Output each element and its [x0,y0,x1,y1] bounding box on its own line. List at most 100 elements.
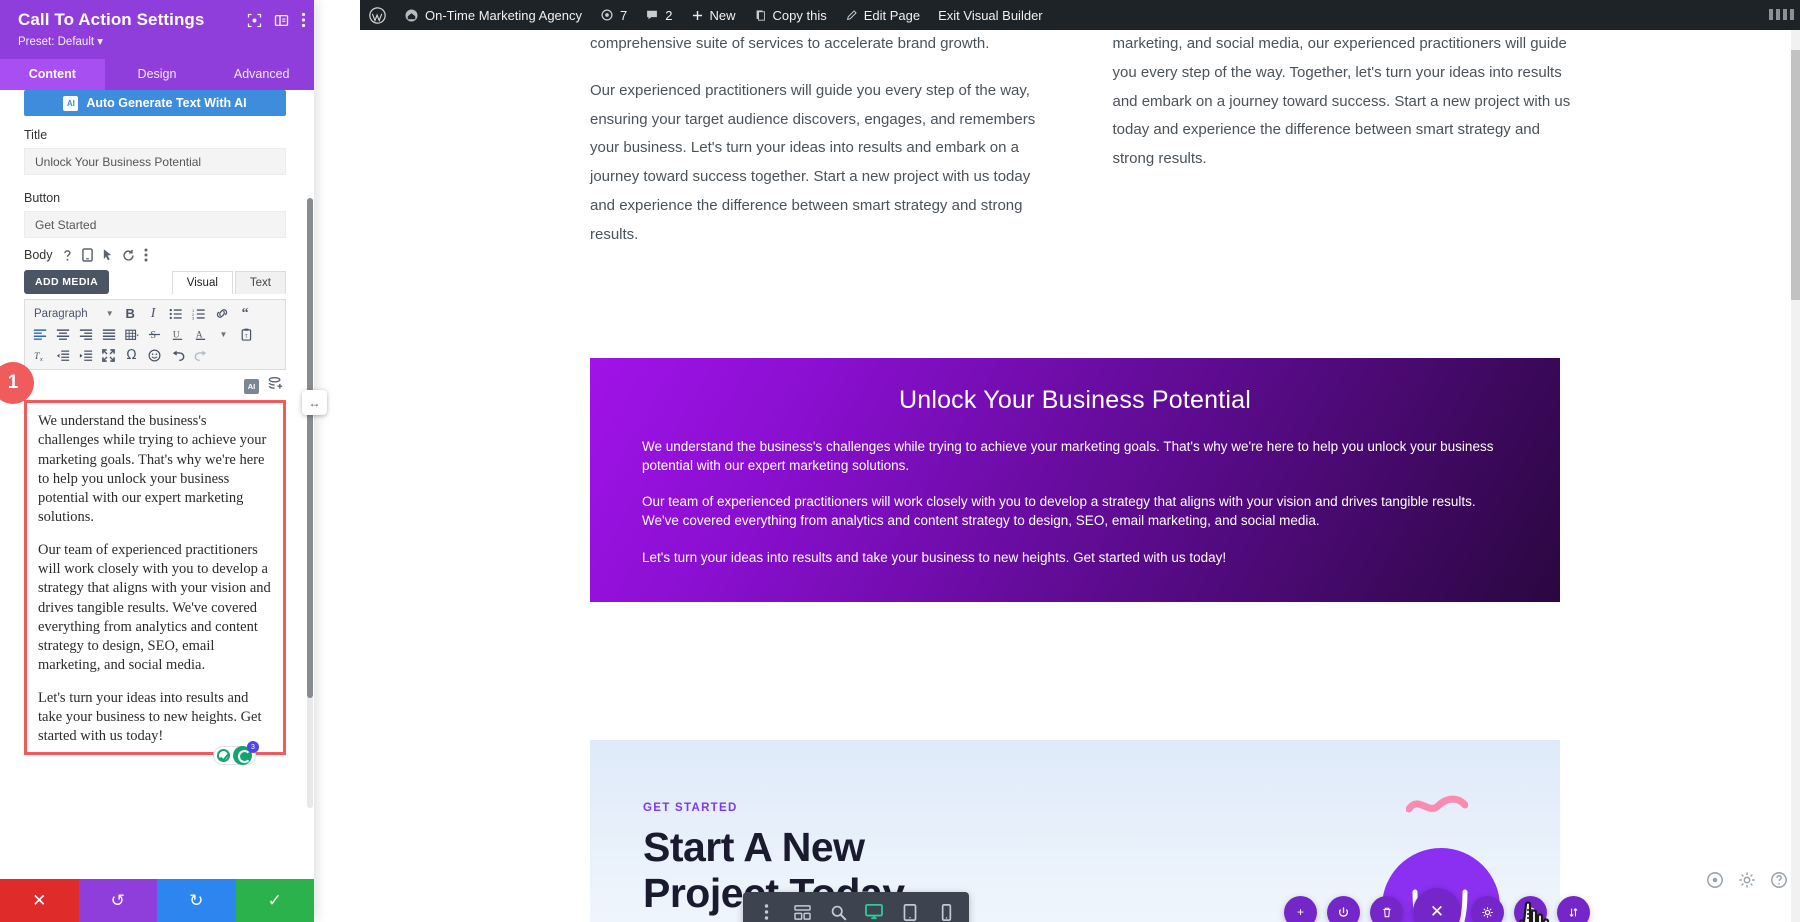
panel-preset[interactable]: Preset: Default ▾ [18,34,300,48]
reset-icon[interactable] [122,249,135,262]
edit-page-item[interactable]: Edit Page [836,0,929,30]
paste-as-text-icon[interactable]: T [236,325,257,345]
button-input[interactable]: Get Started [24,211,286,238]
emoji-icon[interactable] [144,346,165,366]
tab-advanced[interactable]: Advanced [209,59,314,90]
ai-write-icon[interactable]: AI [244,378,259,394]
right-column: marketing, and social media, our experie… [1113,30,1576,268]
strikethrough-icon[interactable]: S [144,325,165,345]
phone-view-icon[interactable] [929,892,963,922]
editor-top-row: ADD MEDIA Visual Text [24,270,286,294]
pink-squiggle-decoration [1406,795,1468,813]
special-character-icon[interactable]: Ω [121,346,142,366]
bulleted-list-icon[interactable] [166,304,187,324]
chevron-down-icon: ▾ [97,36,104,48]
outdent-icon[interactable] [52,346,73,366]
clear-formatting-icon[interactable]: Tx [29,346,50,366]
left-paragraph-2: Our experienced practitioners will guide… [590,81,1036,243]
blockquote-icon[interactable]: “ [235,304,256,324]
wireframe-view-icon[interactable] [785,892,819,922]
body-editor-textarea[interactable]: We understand the business's challenges … [24,400,286,755]
numbered-list-icon[interactable]: 123 [189,304,210,324]
grammarly-widget[interactable]: 3 [213,741,259,765]
hover-icon[interactable] [102,248,113,262]
house-icon [405,9,418,21]
updates-item[interactable]: 7 [591,0,636,30]
more-options-icon[interactable] [749,892,783,922]
panel-resize-handle[interactable]: ↔ [302,390,327,415]
module-settings-button[interactable] [1471,895,1504,922]
desktop-view-icon[interactable] [857,892,891,922]
comments-count-label: 2 [665,7,673,23]
align-right-icon[interactable] [75,325,96,345]
cta-paragraph-1: We understand the business's challenges … [642,439,1494,474]
auto-generate-text-with-ai-button[interactable]: AI Auto Generate Text With AI [24,90,286,116]
add-module-button[interactable]: + [1284,895,1317,922]
comments-item[interactable]: 2 [636,0,681,30]
tablet-view-icon[interactable] [893,892,927,922]
fullscreen-icon[interactable] [98,346,119,366]
undo-icon[interactable] [167,346,188,366]
discard-changes-button[interactable]: ✕ [0,879,79,922]
help-circle-icon[interactable] [1706,871,1724,894]
align-left-icon[interactable] [29,325,50,345]
toggle-module-button[interactable] [1327,895,1360,922]
focus-mode-icon[interactable] [247,13,262,33]
settings-gear-icon[interactable] [1738,871,1756,894]
text-color-icon[interactable]: A [190,325,211,345]
align-justify-icon[interactable] [98,325,119,345]
site-name-item[interactable]: On-Time Marketing Agency [395,0,591,30]
add-media-button[interactable]: ADD MEDIA [24,270,110,294]
editor-paragraph-3: Let's turn your ideas into results and t… [38,689,262,745]
title-field-label: Title [24,128,48,142]
canvas-scrollbar[interactable] [1791,30,1800,922]
bold-icon[interactable]: B [120,304,141,324]
undo-button[interactable]: ↺ [78,879,157,922]
redo-button[interactable]: ↻ [157,879,236,922]
ai-layers-icon[interactable] [268,376,284,396]
redo-icon[interactable] [190,346,211,366]
svg-text:S: S [150,330,156,341]
pencil-icon [846,9,857,20]
cta-heading: Unlock Your Business Potential [898,386,1252,414]
body-field-label: Body [24,248,53,262]
link-icon[interactable] [212,304,233,324]
italic-icon[interactable]: I [143,304,164,324]
title-input[interactable]: Unlock Your Business Potential [24,148,286,175]
tab-content[interactable]: Content [0,59,105,90]
panel-scrollbar[interactable] [307,198,313,808]
align-center-icon[interactable] [52,325,73,345]
table-icon[interactable] [121,325,142,345]
tab-text-editor[interactable]: Text [234,271,286,294]
indent-icon[interactable] [75,346,96,366]
panel-layout-icon[interactable] [274,13,289,33]
panel-more-icon[interactable] [301,12,306,33]
editor-ai-actions: AI [0,376,284,396]
zoom-view-icon[interactable] [821,892,855,922]
wp-admin-bar: On-Time Marketing Agency 7 2 New Copy th… [360,0,1800,30]
paragraph-format-label: Paragraph [34,307,88,320]
tab-visual-editor[interactable]: Visual [171,271,233,294]
chevron-down-icon[interactable]: ▼ [213,325,234,345]
panel-header: Call To Action Settings Preset: Default … [0,0,314,59]
copy-this-item[interactable]: Copy this [745,0,836,30]
new-content-item[interactable]: New [682,0,745,30]
paragraph-format-select[interactable]: Paragraph ▼ [29,304,118,323]
exit-visual-builder-item[interactable]: Exit Visual Builder [929,0,1052,30]
canvas-helper-icons [1706,871,1788,894]
adminbar-right-indicators [1769,9,1794,20]
save-changes-button[interactable]: ✓ [235,879,314,922]
help-icon[interactable] [62,249,73,262]
more-options-icon[interactable] [144,248,148,262]
question-mark-icon[interactable] [1770,871,1788,894]
cta-module[interactable]: Unlock Your Business Potential We unders… [590,358,1560,602]
delete-module-button[interactable] [1370,895,1403,922]
reorder-button[interactable] [1557,895,1590,922]
wordpress-logo-icon[interactable] [360,0,395,30]
close-settings-button[interactable]: ✕ [1413,888,1461,922]
panel-header-icons [247,12,306,33]
underline-icon[interactable]: U [167,325,188,345]
tab-design[interactable]: Design [105,59,210,90]
responsive-icon[interactable] [81,248,93,262]
right-paragraph-1: marketing, and social media, our experie… [1112,35,1571,168]
